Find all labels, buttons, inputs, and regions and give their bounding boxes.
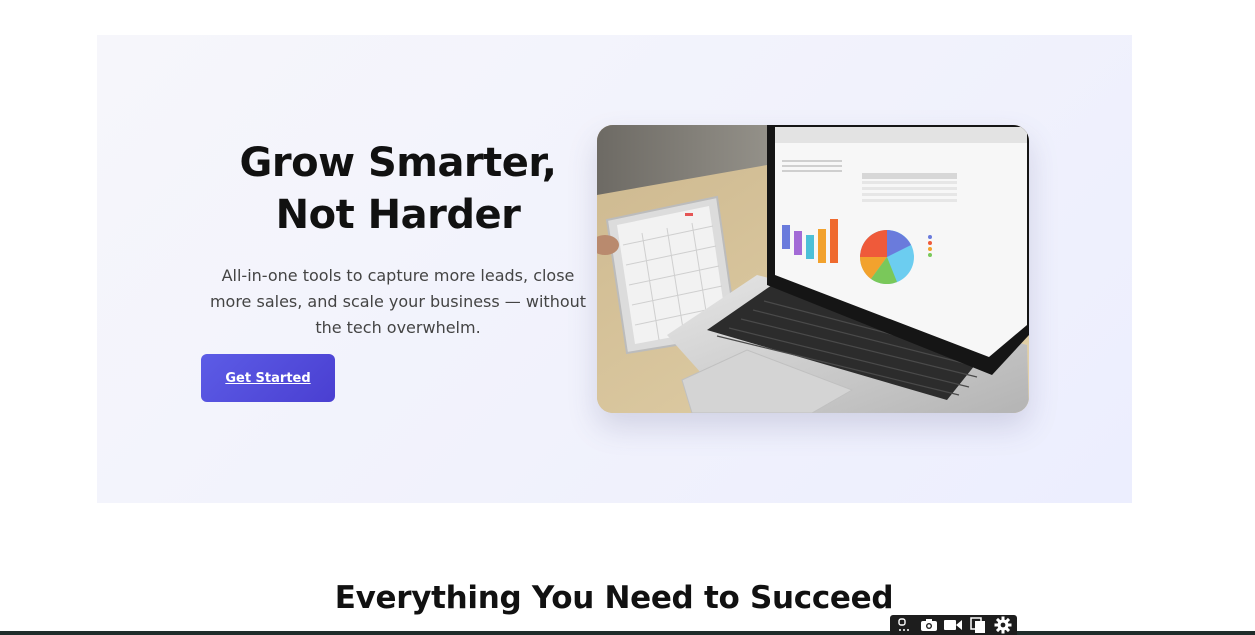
- get-started-button[interactable]: Get Started: [201, 354, 335, 402]
- video-icon[interactable]: [942, 615, 964, 635]
- camera-icon[interactable]: [918, 615, 940, 635]
- hero-section: Grow Smarter, Not Harder All-in-one tool…: [97, 35, 1132, 503]
- hero-subtitle: All-in-one tools to capture more leads, …: [209, 266, 587, 337]
- link-icon[interactable]: [893, 615, 915, 635]
- hero-title: Grow Smarter, Not Harder: [197, 137, 599, 241]
- copy-icon[interactable]: [967, 615, 989, 635]
- features-title: Everything You Need to Succeed: [334, 580, 894, 616]
- hero-title-line-1: Grow Smarter,: [239, 140, 557, 186]
- hero-image: [597, 125, 1029, 413]
- floating-toolbar: [890, 615, 1017, 635]
- page: Grow Smarter, Not Harder All-in-one tool…: [0, 0, 1255, 635]
- bottom-bar: [0, 631, 1255, 635]
- hero-copy: Grow Smarter, Not Harder All-in-one tool…: [197, 137, 599, 341]
- gear-icon[interactable]: [992, 615, 1014, 635]
- hero-title-line-2: Not Harder: [275, 192, 521, 238]
- laptop-tablet-photo-icon: [597, 125, 1029, 413]
